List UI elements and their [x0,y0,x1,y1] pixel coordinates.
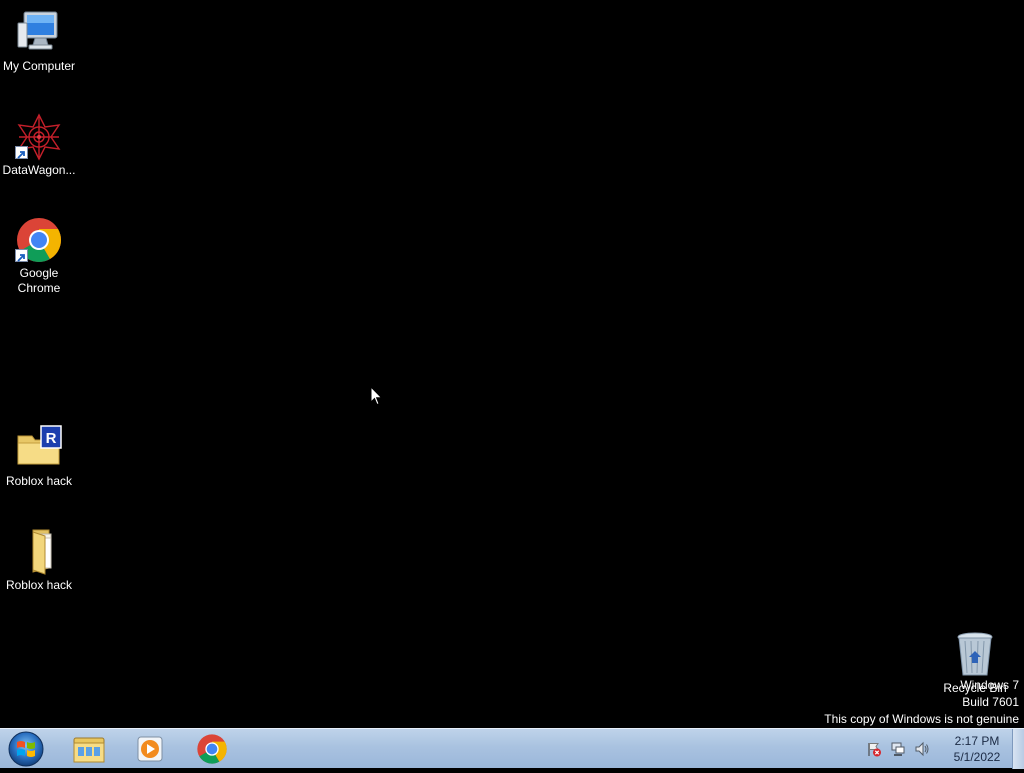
icon-label: Roblox hack [5,474,73,488]
svg-text:R: R [46,430,57,447]
volume-icon[interactable] [914,741,930,757]
desktop-icon-my-computer[interactable]: My Computer [0,9,78,74]
watermark-os: Windows 7 [960,678,1019,692]
roblox-folder-icon: R [15,424,63,472]
watermark-genuine-notice: This copy of Windows is not genuine [824,712,1019,726]
icon-label: Roblox hack [5,578,73,592]
taskbar-chrome-button[interactable] [184,731,240,767]
datawagon-icon [15,113,63,161]
icon-label: DataWagon... [2,163,76,177]
windows-watermark: Windows 7 Build 7601 This copy of Window… [824,677,1019,728]
windows-logo-icon [8,731,44,767]
icon-label: Google Chrome [17,266,61,295]
chrome-icon [15,216,63,264]
taskbar-clock[interactable]: 2:17 PM 5/1/2022 [944,733,1010,765]
icon-label: My Computer [2,59,76,73]
explorer-icon [73,737,105,763]
taskbar-explorer-button[interactable] [61,731,117,767]
media-player-icon [137,736,163,762]
recycle-bin-icon [951,631,999,679]
chrome-icon [197,734,227,764]
shortcut-arrow-icon [15,249,28,262]
desktop-icon-roblox-hack-1[interactable]: R Roblox hack [0,424,78,489]
taskbar-media-player-button[interactable] [122,731,178,767]
desktop-icon-google-chrome[interactable]: Google Chrome [0,216,78,296]
computer-icon [15,9,63,57]
shortcut-arrow-icon [15,146,28,159]
network-icon[interactable] [890,741,906,757]
clock-time: 2:17 PM [954,734,1000,748]
system-tray: 2:17 PM 5/1/2022 [840,729,1010,769]
folder-icon [15,528,63,576]
clock-date: 5/1/2022 [953,750,1001,764]
desktop[interactable]: My Computer DataWagon... Google Chrome R… [0,0,1024,728]
show-desktop-button[interactable] [1012,729,1024,769]
watermark-build: Build 7601 [962,695,1019,709]
taskbar: 2:17 PM 5/1/2022 [0,728,1024,769]
desktop-icon-datawagon[interactable]: DataWagon... [0,113,78,178]
start-button[interactable] [4,730,48,768]
action-center-flag-icon[interactable] [866,741,882,757]
desktop-icon-roblox-hack-2[interactable]: Roblox hack [0,528,78,593]
mouse-cursor-icon [370,385,383,406]
